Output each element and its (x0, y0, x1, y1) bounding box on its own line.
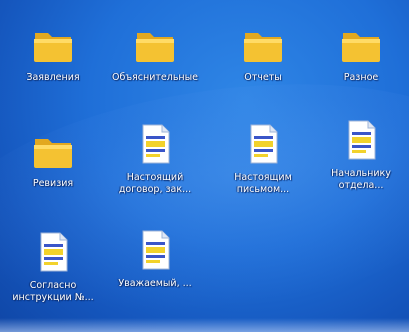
desktop-icon-nachalniku[interactable]: Начальнику отдела... (311, 118, 409, 192)
icon-label: Отчеты (244, 72, 282, 83)
desktop-icon-dogovor[interactable]: Настоящий договор, зак... (105, 122, 205, 196)
desktop-icon-obyasnitelnye[interactable]: Объяснительные (105, 22, 205, 84)
taskbar-edge (0, 318, 409, 332)
icon-label: Уважаемый, ... (118, 278, 192, 289)
icon-label: Заявления (26, 72, 80, 83)
icon-label: Начальнику отдела... (331, 168, 391, 191)
icon-label: Настоящий договор, зак... (118, 172, 192, 195)
desktop-icon-pismo[interactable]: Настоящим письмом... (213, 122, 313, 196)
folder-icon (342, 33, 380, 62)
desktop: Заявления Объяснительные Отчеты Разное Р… (0, 0, 409, 332)
icon-label: Разное (343, 72, 379, 83)
desktop-icon-uvazhaemyy[interactable]: Уважаемый, ... (105, 228, 205, 290)
icon-label: Объяснительные (112, 72, 198, 83)
desktop-icon-raznoe[interactable]: Разное (311, 22, 409, 84)
icon-label: Согласно инструкции №... (12, 280, 94, 303)
folder-icon (34, 139, 72, 168)
folder-icon (244, 33, 282, 62)
folder-icon (34, 33, 72, 62)
document-icon (348, 120, 376, 160)
icon-label: Настоящим письмом... (234, 172, 292, 195)
document-icon (142, 124, 170, 164)
folder-icon (136, 33, 174, 62)
icon-label: Ревизия (32, 178, 74, 189)
document-icon (250, 124, 278, 164)
desktop-icon-otchety[interactable]: Отчеты (213, 22, 313, 84)
document-icon (142, 230, 170, 270)
document-icon (40, 232, 68, 272)
desktop-icon-reviziya[interactable]: Ревизия (3, 128, 103, 190)
desktop-icon-soglasno[interactable]: Согласно инструкции №... (3, 230, 103, 304)
desktop-icon-zayavleniya[interactable]: Заявления (3, 22, 103, 84)
